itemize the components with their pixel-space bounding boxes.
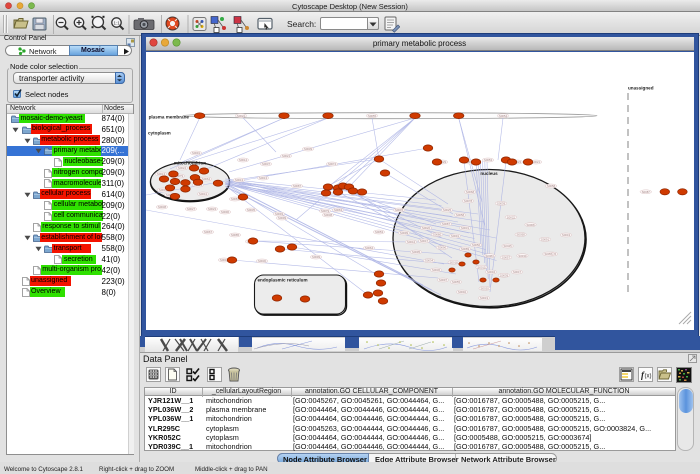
svg-text:S0034: S0034 [425,258,434,262]
svg-text:S0039: S0039 [500,273,509,277]
svg-text:S0020: S0020 [422,226,431,230]
svg-text:S0099: S0099 [278,216,287,220]
svg-text:S0068: S0068 [526,222,535,226]
svg-text:S0064: S0064 [365,246,374,250]
svg-text:S0091: S0091 [451,234,460,238]
svg-text:S0094: S0094 [487,270,496,274]
svg-text:S0058: S0058 [456,213,465,217]
svg-text:S0087: S0087 [642,189,651,193]
svg-text:cytoplasm: cytoplasm [148,130,171,135]
svg-text:S0045: S0045 [395,208,404,212]
svg-text:S0055: S0055 [368,113,377,117]
svg-text:plasma membrane: plasma membrane [149,114,190,119]
svg-text:S0064: S0064 [202,177,211,181]
svg-text:S0047: S0047 [420,239,429,243]
svg-text:S0021: S0021 [282,154,291,158]
svg-text:S0013: S0013 [235,178,244,182]
svg-text:S0096: S0096 [221,210,230,214]
svg-text:S0025: S0025 [443,208,452,212]
svg-text:S0080: S0080 [433,232,442,236]
svg-text:S0031: S0031 [461,226,470,230]
svg-text:unassigned: unassigned [628,85,654,90]
svg-text:S0056: S0056 [472,243,481,247]
svg-text:S0099: S0099 [312,255,321,259]
svg-text:S0074: S0074 [328,162,337,166]
svg-text:S0087: S0087 [442,222,451,226]
svg-text:mitochondrion: mitochondrion [174,160,206,165]
svg-text:S0095: S0095 [412,250,421,254]
svg-text:S0054: S0054 [499,113,508,117]
svg-text:S0027: S0027 [187,207,196,211]
svg-text:S0055: S0055 [452,280,461,284]
svg-text:S0089: S0089 [461,247,470,251]
svg-text:S0013: S0013 [157,172,166,176]
svg-text:S0045: S0045 [504,244,513,248]
svg-text:S0053: S0053 [375,230,384,234]
svg-text:S0036: S0036 [432,268,441,272]
svg-text:S0067: S0067 [204,230,213,234]
svg-text:S0085: S0085 [231,233,240,237]
svg-text:S0097: S0097 [439,278,448,282]
svg-text:(x): (x) [645,374,652,380]
svg-text:1:1: 1:1 [114,21,121,26]
svg-text:S0018: S0018 [450,260,459,264]
svg-text:S0083: S0083 [486,253,495,257]
svg-text:S0021: S0021 [532,160,541,164]
svg-text:S0068: S0068 [466,190,475,194]
svg-text:S0038: S0038 [158,205,167,209]
svg-text:S0039: S0039 [304,147,313,151]
svg-text:S0058: S0058 [517,232,526,236]
svg-text:S0092: S0092 [458,290,467,294]
svg-text:S0020: S0020 [481,286,490,290]
svg-text:S0099: S0099 [400,231,409,235]
svg-text:S0022: S0022 [507,215,516,219]
svg-text:S0041: S0041 [199,192,208,196]
svg-text:S0087: S0087 [293,184,302,188]
svg-text:S0022: S0022 [237,113,246,117]
svg-text:S0023: S0023 [208,207,217,211]
svg-text:endoplasmic reticulum: endoplasmic reticulum [258,277,308,282]
svg-text:S0038: S0038 [324,213,333,217]
svg-text:S0015: S0015 [477,265,486,269]
svg-text:S0044: S0044 [407,240,416,244]
svg-text:S0035: S0035 [247,208,256,212]
svg-text:S0058: S0058 [547,184,556,188]
svg-text:S0014: S0014 [239,158,248,162]
svg-text:S0090: S0090 [438,245,447,249]
svg-text:S0030: S0030 [258,259,267,263]
svg-text:S0013: S0013 [259,176,268,180]
svg-text:S0053: S0053 [484,158,493,162]
svg-text:nucleus: nucleus [480,170,498,175]
svg-text:S0091: S0091 [192,151,201,155]
svg-text:S0030: S0030 [518,253,527,257]
svg-text:S0091: S0091 [541,237,550,241]
svg-text:S0063: S0063 [334,208,343,212]
svg-text:S0078: S0078 [464,199,473,203]
svg-text:S0056: S0056 [544,252,553,256]
svg-text:S0024: S0024 [178,166,187,170]
svg-text:S0037: S0037 [262,162,271,166]
svg-text:S0057: S0057 [502,255,511,259]
svg-text:S0043: S0043 [562,233,571,237]
svg-text:S0019: S0019 [480,296,489,300]
svg-text:S0039: S0039 [497,201,506,205]
svg-text:S0047: S0047 [513,270,522,274]
